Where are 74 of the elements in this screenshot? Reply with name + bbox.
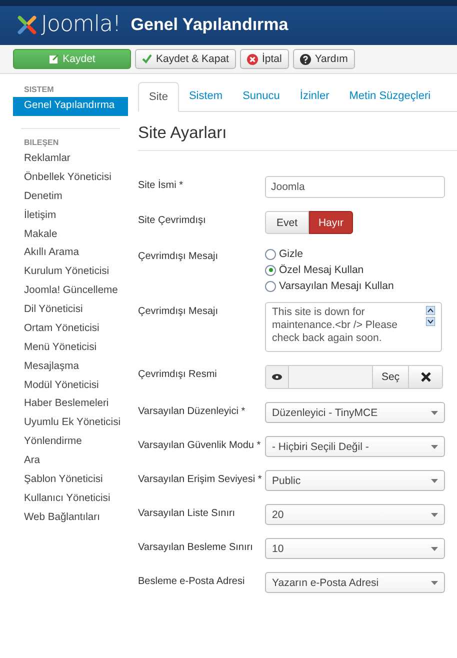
dropdown[interactable]: Düzenleyici - TinyMCE <box>265 402 445 423</box>
radio-label: Özel Mesaj Kullan <box>279 264 364 276</box>
sidebar-item[interactable]: Ara <box>13 452 128 471</box>
dropdown[interactable]: Public <box>265 470 445 491</box>
sidebar-item[interactable]: İletişim <box>13 206 128 226</box>
field-label: Varsayılan Liste Sınırı <box>138 507 236 519</box>
field-label: Varsayılan Besleme Sınırı <box>138 541 254 553</box>
sidebar-item[interactable]: Haber Beslemeleri <box>13 395 128 414</box>
logo-text: Joomla! <box>41 12 121 37</box>
caret-icon <box>431 444 438 448</box>
radio-button[interactable] <box>265 280 276 292</box>
radio-button[interactable] <box>265 264 276 276</box>
field-label: Site Çevrimdışı <box>138 214 207 226</box>
tab[interactable]: Metin Süzgeçleri <box>339 82 441 111</box>
sidebar-item[interactable]: Yönlendirme <box>13 433 128 452</box>
tab[interactable]: İzinler <box>290 82 340 111</box>
cancel-icon <box>246 54 258 64</box>
sidebar-item[interactable]: Ortam Yöneticisi <box>13 320 128 339</box>
logo-icon <box>16 14 38 36</box>
sidebar-item[interactable]: Genel Yapılandırma <box>13 97 128 116</box>
sidebar-item[interactable]: Önbellek Yöneticisi <box>13 168 128 188</box>
field-label: Varsayılan Düzenleyici * <box>138 405 246 417</box>
radio-label: Varsayılan Mesajı Kullan <box>279 280 394 292</box>
sidebar-item[interactable]: Modül Yöneticisi <box>13 376 128 396</box>
toolbar-button[interactable]: İptal <box>240 49 289 69</box>
sidebar-item[interactable]: Makale <box>13 225 128 244</box>
toggle-option[interactable]: Evet <box>265 211 309 234</box>
sidebar-item[interactable]: Dil Yöneticisi <box>13 300 128 320</box>
sidebar-heading: BILEŞEN <box>23 136 60 149</box>
sidebar-item[interactable]: Kurulum Yöneticisi <box>13 263 128 282</box>
tab[interactable]: Sunucu <box>232 82 290 111</box>
dropdown[interactable]: Yazarın e-Posta Adresi <box>265 572 445 593</box>
scroll-down-icon[interactable] <box>426 317 435 326</box>
sidebar-item[interactable]: Menü Yöneticisi <box>13 338 128 358</box>
tab[interactable]: Site <box>138 82 179 112</box>
dropdown[interactable]: 10 <box>265 538 445 559</box>
edit-icon <box>48 54 59 64</box>
scroll-up-icon[interactable] <box>426 306 435 315</box>
radio-button[interactable] <box>265 248 276 260</box>
caret-icon <box>431 580 438 584</box>
sidebar-item[interactable]: Şablon Yöneticisi <box>13 470 128 490</box>
sidebar-item[interactable]: Akıllı Arama <box>13 244 128 264</box>
help-icon <box>300 54 311 64</box>
sidebar-item[interactable]: Mesajlaşma <box>13 358 128 376</box>
caret-icon <box>431 410 438 414</box>
caret-icon <box>431 512 438 516</box>
input-field[interactable]: Joomla <box>265 176 445 198</box>
tab[interactable]: Sistem <box>178 82 233 111</box>
text-area[interactable]: This site is down for maintenance.<br /> Please check back again soon. <box>265 302 442 352</box>
field-label: Çevrimdışı Mesajı <box>138 305 220 317</box>
field-label: Çevrimdışı Mesajı <box>138 250 220 262</box>
field-label: Çevrimdışı Resmi <box>138 368 218 380</box>
sidebar-heading: SISTEM <box>23 84 55 96</box>
sidebar-item[interactable]: Kullanıcı Yöneticisi <box>13 490 128 508</box>
check-icon <box>142 54 152 64</box>
sidebar-item[interactable]: Denetim <box>13 188 128 206</box>
radio-label: Gizle <box>279 248 303 260</box>
sidebar-item[interactable]: Web Bağlantıları <box>13 508 128 528</box>
sidebar-item[interactable]: Reklamlar <box>13 150 128 169</box>
toolbar-button[interactable]: Yardım <box>292 49 355 69</box>
caret-icon <box>431 546 438 550</box>
toggle-option[interactable]: Hayır <box>309 211 353 234</box>
page-title: Genel Yapılandırma <box>130 14 288 34</box>
dropdown[interactable]: 20 <box>265 504 445 525</box>
sidebar-item[interactable]: Joomla! Güncelleme <box>13 282 128 301</box>
field-label: Site İsmi * <box>138 178 184 191</box>
toolbar-button[interactable]: Kaydet & Kapat <box>135 49 236 69</box>
section-title: Site Ayarları <box>138 124 457 151</box>
caret-icon <box>431 478 438 482</box>
sidebar-item[interactable]: Uyumlu Ek Yöneticisi <box>13 414 128 433</box>
field-label: Varsayılan Güvenlik Modu * <box>138 439 262 451</box>
field-label: Besleme e-Posta Adresi <box>138 575 246 587</box>
field-label: Varsayılan Erişim Seviyesi * <box>138 473 263 485</box>
dropdown[interactable]: - Hiçbiri Seçili Değil - <box>265 436 445 457</box>
